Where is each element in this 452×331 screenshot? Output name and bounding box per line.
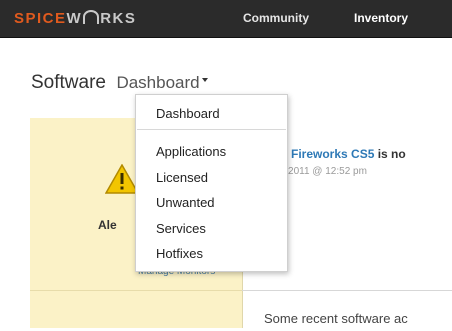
nav-inventory[interactable]: Inventory bbox=[354, 0, 408, 37]
page-title: Software bbox=[31, 72, 106, 93]
nav-community[interactable]: Community bbox=[243, 0, 309, 37]
alert-panel-divider bbox=[30, 290, 242, 291]
menu-item-licensed[interactable]: Licensed bbox=[156, 170, 208, 185]
logo-mark-icon bbox=[83, 10, 100, 24]
logo-primary: SPICE bbox=[14, 10, 67, 27]
caret-down-icon bbox=[201, 77, 208, 82]
page-title-row: Software Dashboard bbox=[31, 72, 208, 94]
dashboard-toggle-label: Dashboard bbox=[116, 73, 200, 92]
warning-icon bbox=[105, 164, 139, 194]
logo-tail: RKS bbox=[100, 10, 137, 27]
menu-item-applications[interactable]: Applications bbox=[156, 144, 226, 159]
logo-secondary: W bbox=[66, 10, 83, 27]
menu-item-services[interactable]: Services bbox=[156, 221, 206, 236]
alert-label: Ale bbox=[98, 218, 117, 232]
dashboard-dropdown-menu: Dashboard Applications Licensed Unwanted… bbox=[135, 94, 288, 272]
feed-item-suffix: is no bbox=[374, 147, 406, 161]
dashboard-dropdown-toggle[interactable]: Dashboard bbox=[116, 73, 208, 92]
menu-item-hotfixes[interactable]: Hotfixes bbox=[156, 246, 203, 261]
top-navigation-bar: SPICEW RKS Community Inventory bbox=[0, 0, 452, 38]
menu-item-unwanted[interactable]: Unwanted bbox=[156, 195, 215, 210]
menu-divider bbox=[137, 129, 286, 130]
menu-item-dashboard[interactable]: Dashboard bbox=[156, 106, 220, 121]
lower-panel-text: Some recent software ac bbox=[264, 311, 408, 326]
spiceworks-logo[interactable]: SPICEW RKS bbox=[14, 10, 136, 27]
